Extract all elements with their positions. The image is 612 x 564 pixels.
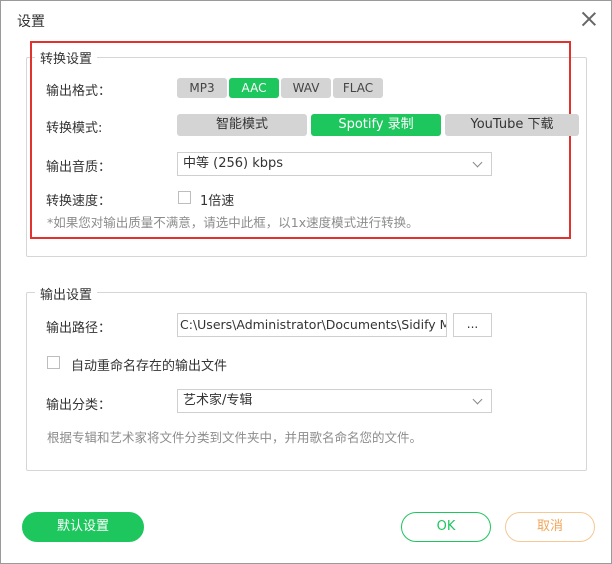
conversion-speed-label: 转换速度： (46, 194, 112, 209)
output-quality-label: 输出音质： (46, 160, 112, 175)
format-aac-button[interactable]: AAC (229, 78, 279, 98)
speed-1x-label: 1倍速 (200, 194, 235, 209)
format-wav-button[interactable]: WAV (281, 78, 331, 98)
cancel-button[interactable]: 取消 (505, 512, 595, 542)
output-settings-legend: 输出设置 (35, 284, 98, 303)
settings-dialog: 设置 转换设置 输出格式： MP3 AAC WAV FLAC 转换模式: 智能模… (0, 0, 612, 564)
browse-button[interactable]: ... (453, 313, 492, 337)
mode-youtube-download-button[interactable]: YouTube 下载 (445, 114, 579, 136)
highlight-box (30, 41, 571, 239)
output-hint: 根据专辑和艺术家将文件分类到文件夹中，并用歌名命名您的文件。 (47, 430, 423, 445)
mode-smart-button[interactable]: 智能模式 (177, 114, 307, 136)
format-mp3-button[interactable]: MP3 (177, 78, 227, 98)
category-select[interactable]: 艺术家/专辑 (177, 389, 492, 413)
chevron-down-icon (472, 394, 483, 405)
output-path-input[interactable]: C:\Users\Administrator\Documents\Sidify … (177, 313, 447, 337)
dialog-title: 设置 (17, 14, 45, 30)
output-format-label: 输出格式： (46, 84, 112, 99)
output-category-label: 输出分类： (46, 398, 112, 413)
auto-rename-label: 自动重命名存在的输出文件 (71, 359, 228, 374)
mode-spotify-record-button[interactable]: Spotify 录制 (311, 114, 441, 136)
default-settings-button[interactable]: 默认设置 (22, 512, 144, 542)
speed-1x-checkbox[interactable] (178, 191, 191, 204)
auto-rename-checkbox[interactable] (47, 356, 60, 369)
quality-select[interactable]: 中等 (256) kbps (177, 152, 492, 176)
quality-select-value: 中等 (256) kbps (183, 156, 284, 171)
conversion-mode-label: 转换模式: (46, 121, 103, 136)
category-select-value: 艺术家/专辑 (183, 393, 253, 408)
title-bar: 设置 (1, 1, 611, 37)
close-icon[interactable] (579, 9, 599, 29)
ok-button[interactable]: OK (401, 512, 491, 542)
format-flac-button[interactable]: FLAC (333, 78, 383, 98)
conversion-hint: *如果您对输出质量不满意，请选中此框，以1x速度模式进行转换。 (47, 215, 419, 230)
chevron-down-icon (472, 157, 483, 168)
output-path-label: 输出路径： (46, 321, 112, 336)
